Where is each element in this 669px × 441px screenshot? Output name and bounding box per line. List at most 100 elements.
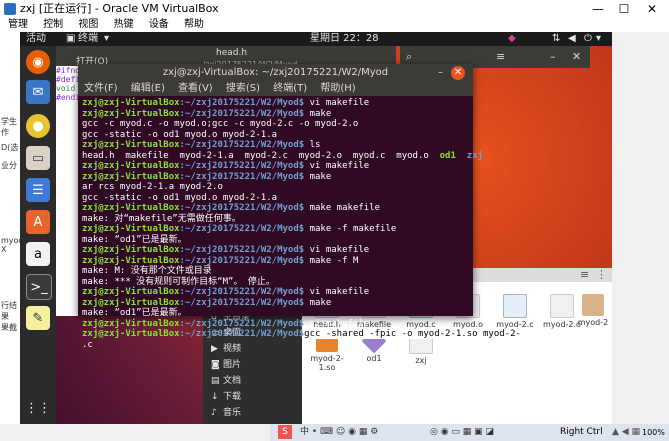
power-icon[interactable]: ⏻ <box>584 32 592 46</box>
prompt-path: :~/zxj20175221/W2/Myod$ <box>179 203 305 213</box>
command-text: make makefile <box>304 203 381 213</box>
prompt-user: zxj@zxj-VirtualBox <box>82 224 180 234</box>
close-icon[interactable]: ✕ <box>572 50 581 63</box>
activities-button[interactable]: 活动 <box>26 32 46 46</box>
menu-help[interactable]: 帮助 <box>184 19 204 30</box>
menu-hotkey[interactable]: 热键 <box>114 19 134 30</box>
prompt-user: zxj@zxj-VirtualBox <box>82 171 180 182</box>
terminal-line: zxj@zxj-VirtualBox:~/zxj20175221/W2/Myod… <box>82 224 469 235</box>
terminal-line: zxj@zxj-VirtualBox:~/zxj20175221/W2/Myod… <box>82 203 469 214</box>
show-applications-icon[interactable]: ⋮⋮ <box>25 396 51 420</box>
grid-view-icon[interactable]: ⋮ <box>596 268 607 281</box>
terminal-icon[interactable]: >_ <box>26 274 52 300</box>
app-menu[interactable]: 终端 <box>78 32 98 46</box>
menu-icon[interactable]: ≡ <box>496 50 505 63</box>
system-menu-chevron-icon[interactable]: ▾ <box>596 32 601 46</box>
prompt-user: zxj@zxj-VirtualBox <box>82 108 180 119</box>
maximize-button[interactable]: ☐ <box>614 0 634 18</box>
terminal-line: zxj@zxj-VirtualBox:~/zxj20175221/W2/Myod… <box>82 319 469 330</box>
ime-icon[interactable]: S <box>278 425 292 439</box>
sidebar-item-downloads[interactable]: ↓ 下载 <box>211 390 241 404</box>
files-icon[interactable]: ▭ <box>26 146 50 170</box>
prompt-path: :~/zxj20175221/W2/Myod$ <box>179 287 305 297</box>
terminal-menu-bar: 文件(F) 编辑(E) 查看(V) 搜索(S) 终端(T) 帮助(H) <box>78 82 473 96</box>
editor-file-name: head.h <box>216 48 248 58</box>
prompt-user: zxj@zxj-VirtualBox <box>82 318 180 329</box>
prompt-path: :~/zxj20175221/W2/Myod$ <box>179 171 305 182</box>
minimize-icon[interactable]: – <box>438 64 443 82</box>
host-taskbar-tray: S 中 • ⌨ ☺ ◉ ▦ ⚙ ◎ ◉ ▭ ▦ ▣ ◪ Right Ctrl ▲… <box>270 424 669 441</box>
file-item[interactable]: myod-2 <box>573 294 613 327</box>
firefox-icon[interactable]: ◉ <box>26 50 50 74</box>
file-label: zxj <box>415 356 427 365</box>
output-line: make: *** 没有规则可制作目标“M”。 停止。 <box>82 276 275 287</box>
menu-view[interactable]: 查看(V) <box>178 83 213 94</box>
prompt-user: zxj@zxj-VirtualBox <box>82 329 180 339</box>
sidebar-item-documents[interactable]: ▤ 文档 <box>211 374 241 388</box>
music-icon: ♪ <box>211 408 217 418</box>
sidebar-item-pictures[interactable]: ◙ 图片 <box>211 358 241 372</box>
camera-icon: ◙ <box>211 360 220 370</box>
taskbar-icons[interactable]: ▲ ◀ ▦ <box>612 424 640 441</box>
terminal-line: zxj@zxj-VirtualBox:~/zxj20175221/W2/Myod… <box>82 329 521 340</box>
file-item[interactable]: myod-2.c <box>491 294 539 329</box>
command-text: vi makefile <box>304 318 370 329</box>
amazon-icon[interactable]: a <box>26 242 50 266</box>
vbox-status-icons[interactable]: ◎ ◉ ▭ ▦ ▣ ◪ <box>430 424 494 441</box>
prompt-path: :~/zxj20175221/W2/Myod$ <box>179 329 305 339</box>
menu-file[interactable]: 文件(F) <box>84 83 118 94</box>
ls-output: head.h makefile myod-2-1.a myod-2.c myod… <box>82 150 440 161</box>
object-file-icon <box>550 294 574 318</box>
sidebar-label: 下载 <box>223 392 242 402</box>
file-label: od1 <box>366 354 382 363</box>
app-indicator-icon[interactable]: ◆ <box>508 32 516 46</box>
host-text: D(选 <box>1 143 19 152</box>
prompt-user: zxj@zxj-VirtualBox <box>82 161 180 171</box>
menu-devices[interactable]: 设备 <box>149 19 169 30</box>
terminal-line: zxj@zxj-VirtualBox:~/zxj20175221/W2/Myod… <box>82 98 469 109</box>
host-text: 果截 <box>1 323 17 332</box>
menu-control[interactable]: 控制 <box>43 19 63 30</box>
volume-icon[interactable]: ◀ <box>568 32 576 46</box>
rhythmbox-icon[interactable]: ● <box>26 114 50 138</box>
terminal-window[interactable]: zxj@zxj-VirtualBox: ~/zxj20175221/W2/Myo… <box>78 64 521 350</box>
output-line: make: “od1”已是最新。 <box>82 308 187 318</box>
terminal-line: head.h makefile myod-2-1.a myod-2.c myod… <box>82 150 483 162</box>
menu-edit[interactable]: 编辑(E) <box>131 83 165 94</box>
output-line: gcc -c myod.c -o myod.o;gcc -c myod-2.c … <box>82 119 359 129</box>
chevron-down-icon[interactable]: ▾ <box>104 32 109 46</box>
close-icon[interactable]: ✕ <box>451 66 465 80</box>
prompt-user: zxj@zxj-VirtualBox <box>82 203 180 213</box>
output-line: make: M: 没有那个文件或目录 <box>82 266 212 276</box>
minimize-icon[interactable]: – <box>550 50 556 63</box>
sidebar-item-music[interactable]: ♪ 音乐 <box>211 406 241 420</box>
menu-manage[interactable]: 管理 <box>8 19 28 30</box>
minimize-button[interactable]: — <box>588 0 608 18</box>
menu-view[interactable]: 视图 <box>78 19 98 30</box>
command-text: vi makefile <box>304 161 370 171</box>
tray-icons[interactable]: 中 • ⌨ ☺ ◉ ▦ ⚙ <box>300 424 378 441</box>
terminal-line: zxj@zxj-VirtualBox:~/zxj20175221/W2/Myod… <box>82 172 469 183</box>
writer-icon[interactable]: ☰ <box>26 178 50 202</box>
terminal-output[interactable]: zxj@zxj-VirtualBox:~/zxj20175221/W2/Myod… <box>78 96 521 352</box>
menu-search[interactable]: 搜索(S) <box>226 83 260 94</box>
clock[interactable]: 星期日 22：28 <box>310 32 379 46</box>
command-text: make <box>304 108 332 119</box>
document-icon: ▤ <box>211 376 220 386</box>
software-center-icon[interactable]: A <box>26 210 50 234</box>
prompt-path: :~/zxj20175221/W2/Myod$ <box>179 318 305 329</box>
terminal-line: zxj@zxj-VirtualBox:~/zxj20175221/W2/Myod… <box>82 287 469 298</box>
terminal-line: zxj@zxj-VirtualBox:~/zxj20175221/W2/Myod… <box>82 245 469 256</box>
prompt-path: :~/zxj20175221/W2/Myod$ <box>179 297 305 308</box>
network-icon[interactable]: ⇅ <box>552 32 560 46</box>
prompt-path: :~/zxj20175221/W2/Myod$ <box>179 108 305 119</box>
list-view-icon[interactable]: ≡ <box>580 268 589 281</box>
thunderbird-icon[interactable]: ✉ <box>26 80 50 104</box>
search-icon[interactable]: ⌕ <box>406 50 412 64</box>
zoom-level: 100% <box>642 428 665 437</box>
close-button[interactable]: ✕ <box>642 0 662 18</box>
menu-terminal[interactable]: 终端(T) <box>273 83 307 94</box>
host-background-window: 学生作 D(选 业分 myod X 行结果 果截 <box>0 32 24 424</box>
text-editor-icon[interactable]: ✎ <box>26 306 50 330</box>
menu-help[interactable]: 帮助(H) <box>320 83 355 94</box>
